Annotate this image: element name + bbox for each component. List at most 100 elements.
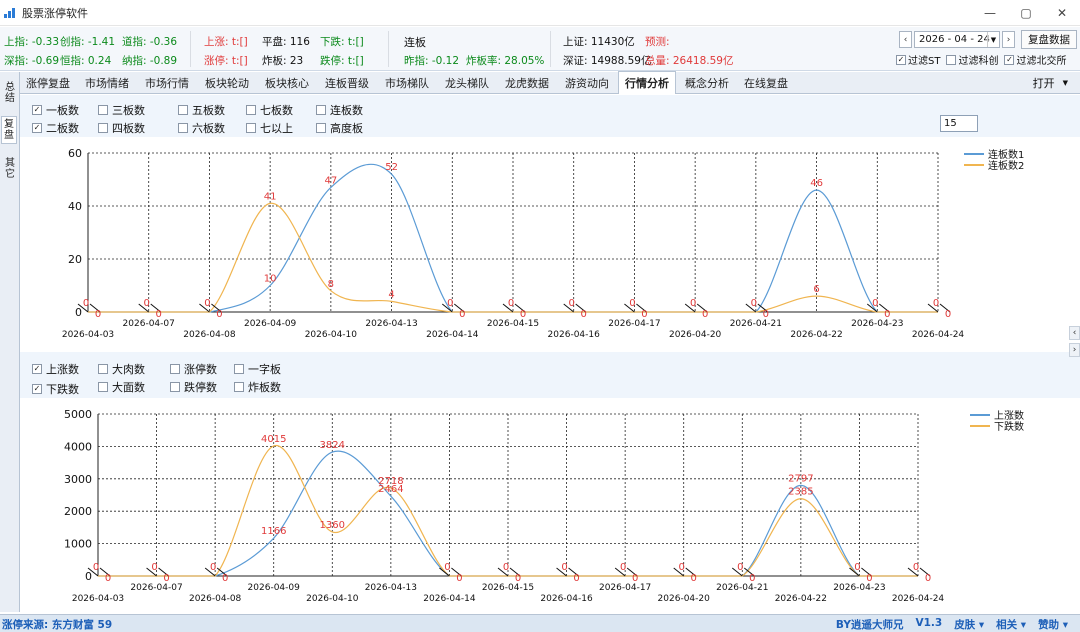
data-label: 0 bbox=[641, 309, 647, 320]
data-label: 0 bbox=[749, 573, 755, 584]
next-date-button[interactable]: › bbox=[1002, 31, 1015, 48]
filter-kechuang-checkbox[interactable]: 过滤科创 bbox=[946, 52, 998, 67]
opt-yiban[interactable]: ✓ 一板数 bbox=[32, 102, 79, 118]
skin-menu[interactable]: 皮肤 ▾ bbox=[954, 617, 984, 632]
dieting-count: 跌停: t:[] bbox=[320, 55, 364, 67]
opt-darou[interactable]: 大肉数 bbox=[98, 361, 145, 377]
data-label: 0 bbox=[751, 298, 757, 309]
tab-market-analysis[interactable]: 行情分析 bbox=[618, 71, 676, 94]
opt-sanban[interactable]: 三板数 bbox=[98, 102, 145, 118]
status-bar: 涨停来源: 东方财富 59 BY逍遥大师兄 V1.3 皮肤 ▾ 相关 ▾ 赞助 … bbox=[0, 614, 1080, 632]
market-info-bar: 上指: -0.33 创指: -1.41 道指: -0.36 深指: -0.69 … bbox=[0, 27, 1080, 71]
tab-sector-rotation[interactable]: 板块轮动 bbox=[205, 72, 249, 94]
opt-siban[interactable]: 四板数 bbox=[98, 120, 145, 136]
opt-lianban[interactable]: 连板数 bbox=[316, 102, 363, 118]
data-label: 6 bbox=[813, 284, 819, 295]
data-label: 0 bbox=[884, 309, 890, 320]
expand-right-icon[interactable]: › bbox=[1069, 343, 1080, 357]
vtab-summary[interactable]: 总结 bbox=[2, 82, 18, 104]
vtab-review[interactable]: 复盘 bbox=[1, 116, 17, 144]
data-label: 0 bbox=[872, 298, 878, 309]
x-tick-label: 2026-04-10 bbox=[306, 594, 359, 604]
data-label: 0 bbox=[763, 309, 769, 320]
data-label: 0 bbox=[163, 573, 169, 584]
opt-wuban[interactable]: 五板数 bbox=[178, 102, 225, 118]
x-tick-label: 2026-04-16 bbox=[548, 330, 601, 340]
x-tick-label: 2026-04-24 bbox=[892, 594, 945, 604]
maximize-icon[interactable]: ▢ bbox=[1008, 0, 1044, 26]
tab-leader-ladder[interactable]: 龙头梯队 bbox=[445, 72, 489, 94]
opt-damian[interactable]: 大面数 bbox=[98, 379, 145, 395]
hengzhi-value: 恒指: 0.24 bbox=[60, 55, 112, 67]
opt-qiyishang[interactable]: 七以上 bbox=[246, 120, 293, 136]
title-bar: 股票涨停软件 — ▢ ✕ bbox=[0, 0, 1080, 26]
app-chart-icon bbox=[4, 7, 16, 18]
x-tick-label: 2026-04-07 bbox=[130, 583, 182, 593]
data-label: 0 bbox=[620, 562, 626, 573]
chuangzhi-value: 创指: -1.41 bbox=[60, 36, 116, 48]
tab-market-quote[interactable]: 市场行情 bbox=[145, 72, 189, 94]
data-label: 2718 bbox=[378, 476, 403, 487]
data-label: 0 bbox=[679, 562, 685, 573]
tab-online-review[interactable]: 在线复盘 bbox=[744, 72, 788, 94]
zongliang-value: 总量: 26418.59亿 bbox=[645, 55, 734, 67]
data-label: 0 bbox=[456, 573, 462, 584]
tab-concept-analysis[interactable]: 概念分析 bbox=[685, 72, 729, 94]
x-tick-label: 2026-04-15 bbox=[482, 583, 534, 593]
data-label: 0 bbox=[690, 298, 696, 309]
chart-rise-fall: 0 1000 2000 3000 4000 5000 2026-04-03 2026-04-0… bbox=[64, 408, 1024, 604]
opt-shangzhang[interactable]: ✓ 上涨数 bbox=[32, 361, 79, 377]
calendar-dropdown-icon[interactable]: ▼ bbox=[987, 32, 999, 47]
date-value: 2026 - 04 - 24 bbox=[919, 34, 990, 45]
y-tick-label: 60 bbox=[68, 147, 82, 160]
x-tick-label: 2026-04-15 bbox=[487, 319, 539, 329]
shangzhang-count: 上涨: t:[] bbox=[204, 36, 248, 48]
open-button[interactable]: 打开 ▼ bbox=[1033, 72, 1068, 94]
main-tab-bar: 涨停复盘 市场情绪 市场行情 板块轮动 板块核心 连板晋级 市场梯队 龙头梯队 … bbox=[20, 71, 1080, 94]
date-picker[interactable]: 2026 - 04 - 24 ▼ bbox=[914, 31, 1000, 48]
review-data-button[interactable]: 复盘数据 bbox=[1021, 30, 1077, 49]
filter-beijiao-checkbox[interactable]: ✓ 过滤北交所 bbox=[1004, 52, 1066, 67]
x-tick-label: 2026-04-09 bbox=[244, 319, 297, 329]
prev-date-button[interactable]: ‹ bbox=[899, 31, 912, 48]
vtab-other[interactable]: 其它 bbox=[2, 158, 18, 180]
tab-hot-money[interactable]: 游资动向 bbox=[565, 72, 609, 94]
data-label: 0 bbox=[95, 309, 101, 320]
source-label: 涨停来源: 东方财富 59 bbox=[2, 619, 113, 631]
opt-yiziban[interactable]: 一字板 bbox=[234, 361, 281, 377]
tab-zhangting-review[interactable]: 涨停复盘 bbox=[26, 72, 70, 94]
support-menu[interactable]: 赞助 ▾ bbox=[1038, 617, 1068, 632]
y-tick-label: 1000 bbox=[64, 538, 92, 551]
opt-gaoduban[interactable]: 高度板 bbox=[316, 120, 363, 136]
tab-market-sentiment[interactable]: 市场情绪 bbox=[85, 72, 129, 94]
sz-amount: 深证: 14988.59亿 bbox=[563, 55, 652, 67]
data-label: 0 bbox=[508, 298, 514, 309]
opt-zhaban[interactable]: 炸板数 bbox=[234, 379, 281, 395]
data-label: 0 bbox=[156, 309, 162, 320]
x-tick-label: 2026-04-09 bbox=[248, 583, 301, 593]
opt-qiban[interactable]: 七板数 bbox=[246, 102, 293, 118]
x-tick-label: 2026-04-24 bbox=[912, 330, 965, 340]
zhabanlv-value: 炸板率: 28.05% bbox=[466, 55, 545, 67]
tab-sector-core[interactable]: 板块核心 bbox=[265, 72, 309, 94]
opt-dieting[interactable]: 跌停数 bbox=[170, 379, 217, 395]
related-menu[interactable]: 相关 ▾ bbox=[996, 617, 1026, 632]
data-label: 0 bbox=[691, 573, 697, 584]
opt-erban[interactable]: ✓ 二板数 bbox=[32, 120, 79, 136]
tab-lianban-promotion[interactable]: 连板晋级 bbox=[325, 72, 369, 94]
minimize-icon[interactable]: — bbox=[972, 0, 1008, 26]
data-label: 4015 bbox=[261, 434, 286, 445]
data-label: 0 bbox=[561, 562, 567, 573]
data-label: 0 bbox=[632, 573, 638, 584]
collapse-left-icon[interactable]: ‹ bbox=[1069, 326, 1080, 340]
opt-xiadie[interactable]: ✓ 下跌数 bbox=[32, 381, 79, 397]
close-icon[interactable]: ✕ bbox=[1044, 0, 1080, 26]
opt-liuban[interactable]: 六板数 bbox=[178, 120, 225, 136]
tab-lhb-data[interactable]: 龙虎数据 bbox=[505, 72, 549, 94]
top-options-panel: ✓ 一板数 三板数 五板数 七板数 连板数 ✓ 二板数 四板数 六板数 七以上 高度… bbox=[20, 95, 1080, 137]
opt-zhangting[interactable]: 涨停数 bbox=[170, 361, 217, 377]
filter-st-checkbox[interactable]: ✓ 过滤ST bbox=[896, 52, 940, 67]
days-input[interactable]: 15 bbox=[940, 115, 978, 132]
data-label: 4 bbox=[388, 289, 394, 300]
tab-market-ladder[interactable]: 市场梯队 bbox=[385, 72, 429, 94]
